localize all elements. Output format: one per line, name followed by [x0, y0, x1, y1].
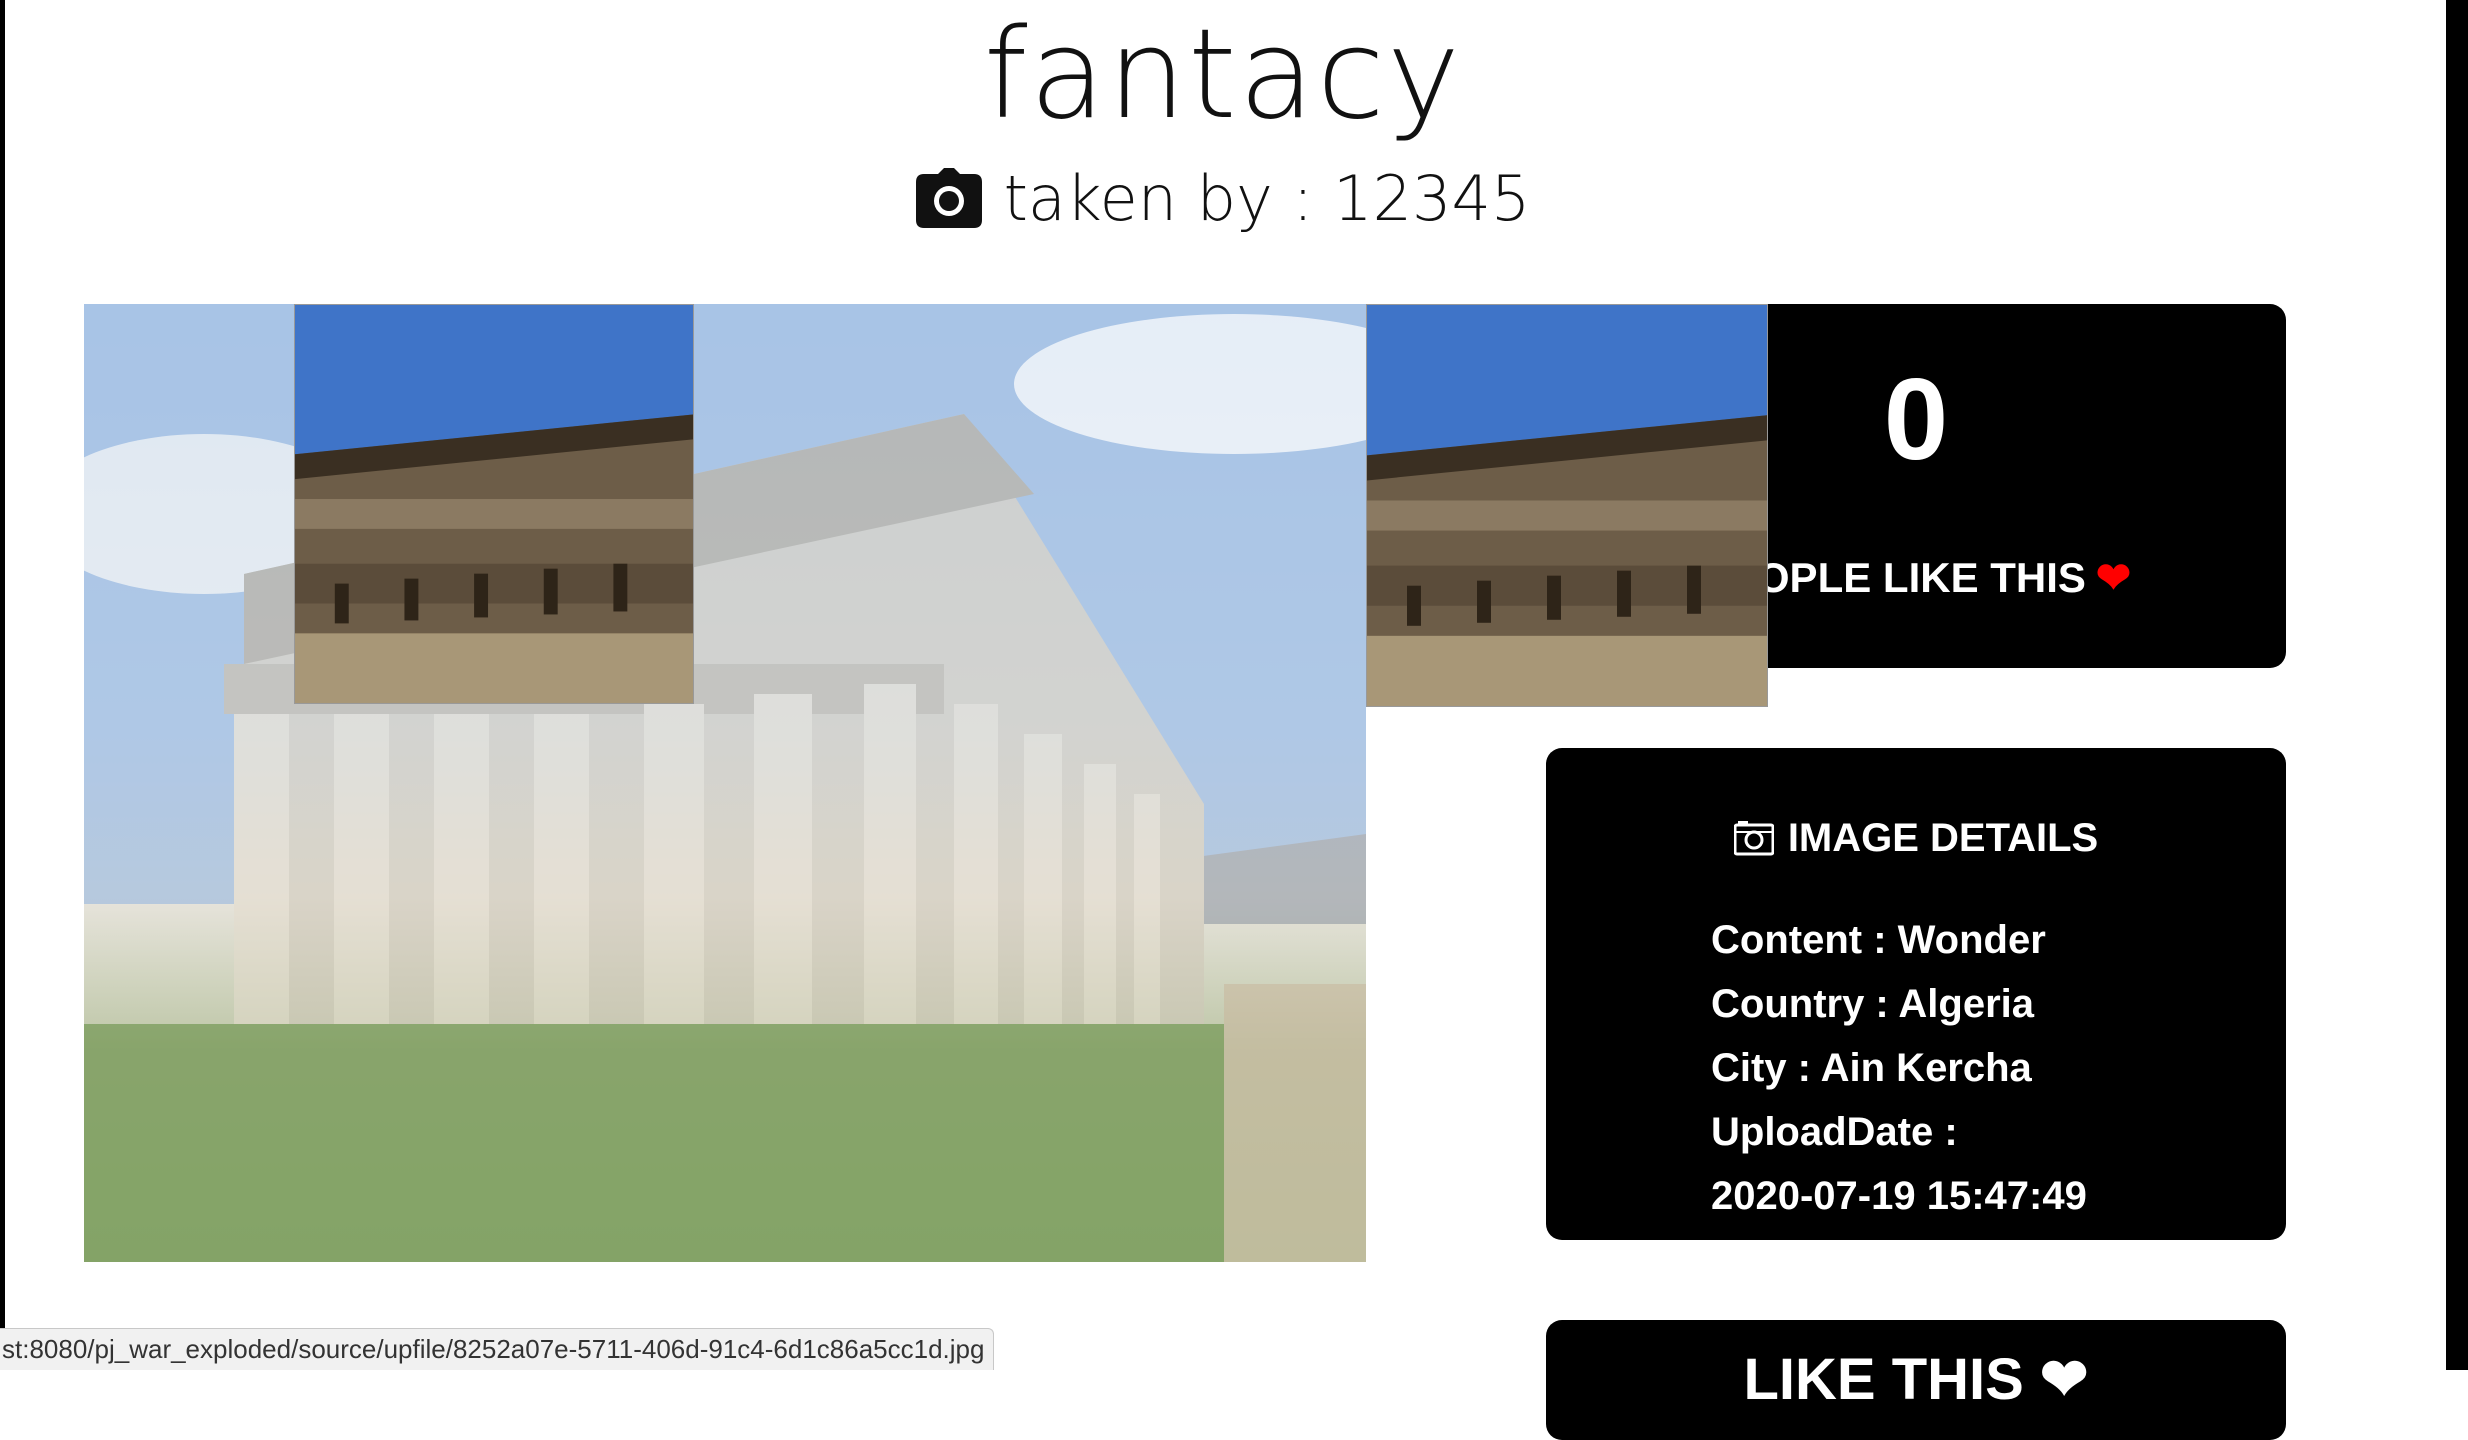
photo-author: taken by : 12345	[0, 148, 2446, 248]
zoom-preview	[1366, 304, 1768, 707]
photo-title: fantacy	[983, 3, 1463, 147]
window-edge-right	[2446, 0, 2468, 1370]
status-bar-url: st:8080/pj_war_exploded/source/upfile/82…	[0, 1328, 994, 1370]
details-title-text: IMAGE DETAILS	[1787, 815, 2099, 860]
main-photo[interactable]	[84, 304, 1366, 1262]
detail-upload-date: 2020-07-19 15:47:49	[1711, 1174, 2087, 1218]
camera-icon	[1733, 820, 1775, 856]
details-title: IMAGE DETAILS	[1546, 808, 2286, 868]
detail-city: City : Ain Kercha	[1711, 1046, 2032, 1090]
detail-upload-label: UploadDate :	[1711, 1110, 1958, 1154]
heart-icon: ❤	[2095, 554, 2132, 601]
camera-icon	[915, 168, 982, 228]
like-button[interactable]: LIKE THIS ❤	[1546, 1320, 2286, 1440]
detail-country: Country : Algeria	[1711, 982, 2034, 1026]
image-details-card: IMAGE DETAILS Content : Wonder Country :…	[1546, 748, 2286, 1240]
detail-content: Content : Wonder	[1711, 918, 2046, 962]
taken-by-text: taken by : 12345	[1003, 161, 1531, 235]
details-list: Content : Wonder Country : Algeria City …	[1711, 908, 2271, 1224]
zoom-lens[interactable]	[294, 304, 694, 704]
